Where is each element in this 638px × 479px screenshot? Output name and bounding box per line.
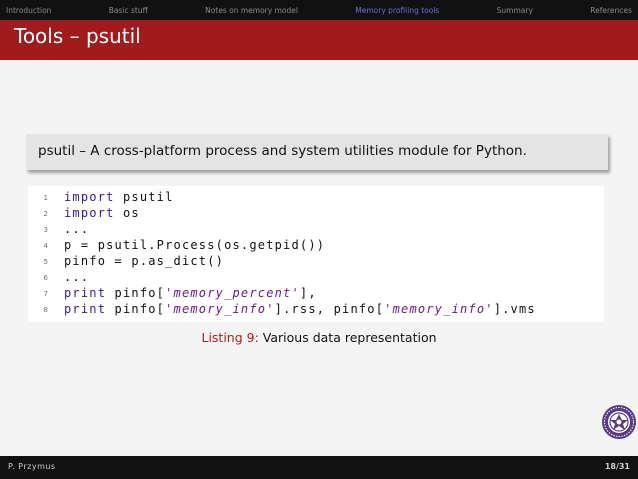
listing-caption: Listing 9: Various data representation — [0, 330, 638, 345]
title-bar: Tools – psutil — [0, 20, 638, 60]
code-token: os — [114, 206, 140, 220]
line-number: 1 — [43, 194, 48, 202]
nav-item-memory-profiling-tools[interactable]: Memory profiling tools — [355, 6, 439, 15]
code-line: p = psutil.Process(os.getpid()) — [64, 238, 325, 252]
code-line: ... — [64, 270, 89, 284]
line-number: 4 — [43, 242, 48, 250]
code-token: ].rss, pinfo[ — [274, 302, 385, 316]
code-listing: 12345678 import psutil import os... p = ps… — [28, 186, 604, 322]
navigation-bar: Introduction Basic stuff Notes on memory… — [0, 0, 638, 20]
code-line: import os — [64, 206, 140, 220]
line-number: 2 — [43, 210, 48, 218]
nav-item-summary[interactable]: Summary — [497, 6, 533, 15]
code-keyword: print — [64, 286, 107, 300]
caption-label: Listing 9: — [201, 330, 259, 345]
code-line: import psutil — [64, 190, 174, 204]
code-keyword: import — [64, 190, 115, 204]
line-number: 6 — [43, 274, 48, 282]
footer-author: P. Przymus — [8, 462, 56, 471]
definition-text: psutil – A cross-platform process and sy… — [38, 143, 527, 159]
slide-title: Tools – psutil — [14, 24, 141, 48]
code-token: ... — [64, 270, 90, 284]
code-line: print pinfo['memory_info'].rss, pinfo['m… — [64, 302, 536, 316]
code-string: 'memory_percent' — [165, 286, 300, 300]
nav-item-basic-stuff[interactable]: Basic stuff — [109, 6, 148, 15]
nav-item-references[interactable]: References — [590, 6, 632, 15]
line-number: 5 — [43, 258, 48, 266]
page-number: 18/31 — [604, 462, 630, 471]
code-keyword: import — [64, 206, 115, 220]
code-token: p = psutil.Process(os.getpid()) — [64, 238, 326, 252]
code-line: pinfo = p.as_dict() — [64, 254, 224, 268]
code-token: ... — [64, 222, 90, 236]
nav-item-introduction[interactable]: Introduction — [6, 6, 51, 15]
definition-block: psutil – A cross-platform process and sy… — [26, 134, 608, 170]
university-seal-icon — [602, 405, 636, 439]
line-number: 3 — [43, 226, 48, 234]
code-token: pinfo[ — [106, 302, 166, 316]
code-token: psutil — [114, 190, 174, 204]
code-string: 'memory_info' — [384, 302, 494, 316]
code-line: print pinfo['memory_percent'], — [64, 286, 317, 300]
code-keyword: print — [64, 302, 107, 316]
footer-bar: P. Przymus 18/31 — [0, 456, 638, 479]
code-token: pinfo[ — [106, 286, 166, 300]
line-number: 8 — [43, 306, 48, 314]
code-line: ... — [64, 222, 89, 236]
code-token: pinfo = p.as_dict() — [64, 254, 225, 268]
line-number: 7 — [43, 290, 48, 298]
caption-text: Various data representation — [262, 330, 437, 345]
code-token: ].vms — [493, 302, 536, 316]
nav-item-notes-on-memory-model[interactable]: Notes on memory model — [205, 6, 298, 15]
code-string: 'memory_info' — [165, 302, 275, 316]
code-token: ], — [299, 286, 317, 300]
